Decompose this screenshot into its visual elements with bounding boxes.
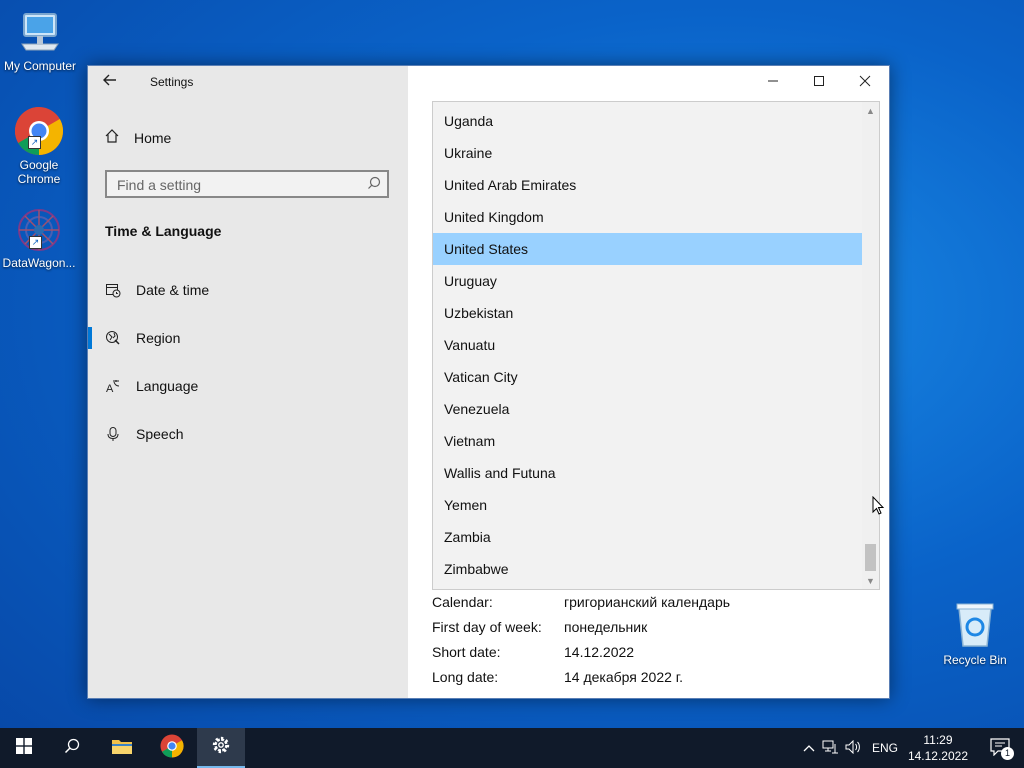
clock-time: 11:29 [923, 733, 953, 747]
shortcut-arrow-icon: ↗ [28, 136, 41, 149]
selected-indicator [88, 327, 92, 349]
nav-home[interactable]: Home [104, 128, 171, 147]
taskbar: ENG 11:29 14.12.2022 1 [0, 728, 1024, 768]
nav-item-date-time[interactable]: Date & time [104, 281, 209, 299]
notification-count-badge: 1 [1001, 747, 1014, 760]
region-format-details: Calendar: григорианский календарь First d… [432, 590, 730, 690]
nav-home-label: Home [134, 129, 172, 146]
country-option[interactable]: United Arab Emirates [433, 169, 879, 201]
country-option[interactable]: Ukraine [433, 137, 879, 169]
maximize-icon [813, 74, 825, 90]
country-option[interactable]: United States [433, 233, 879, 265]
notification-icon: 1 [990, 738, 1014, 760]
home-icon [104, 128, 120, 147]
minimize-button[interactable] [750, 66, 796, 98]
search-icon [367, 176, 381, 195]
desktop-icon-label: Recycle Bin [943, 653, 1007, 667]
nav-item-region[interactable]: Region [104, 329, 180, 347]
chrome-icon: ↗ [14, 106, 64, 156]
chrome-icon [160, 733, 184, 763]
desktop-icon-google-chrome[interactable]: ↗ Google Chrome [0, 106, 79, 186]
settings-window: Settings Home Find a setting Time & Lang… [87, 65, 890, 699]
search-input[interactable]: Find a setting [105, 170, 389, 198]
clock-date: 14.12.2022 [907, 749, 968, 763]
volume-icon[interactable] [842, 739, 864, 757]
network-icon[interactable] [818, 740, 842, 757]
system-tray: ENG [800, 728, 898, 768]
country-option[interactable]: Zambia [433, 521, 879, 553]
country-list-items: Uganda Ukraine United Arab Emirates United … [433, 105, 879, 585]
close-button[interactable] [842, 66, 888, 98]
country-option[interactable]: Zimbabwe [433, 553, 879, 585]
language-icon: A [104, 377, 122, 395]
start-button[interactable] [0, 728, 48, 768]
recycle-bin-icon [935, 600, 1015, 651]
datawagon-icon: ↗ [15, 206, 63, 254]
language-indicator[interactable]: ENG [872, 741, 898, 755]
windows-logo-icon [16, 737, 32, 759]
notification-center-button[interactable]: 1 [990, 738, 1014, 761]
back-arrow-icon[interactable] [102, 72, 118, 93]
taskbar-clock[interactable]: 11:29 14.12.2022 [908, 732, 968, 764]
shortcut-arrow-icon: ↗ [29, 236, 42, 249]
settings-sidebar: Settings Home Find a setting Time & Lang… [88, 66, 408, 698]
desktop-icon-recycle-bin[interactable]: Recycle Bin [935, 600, 1015, 667]
computer-icon [0, 10, 80, 57]
detail-row: Calendar: григорианский календарь [432, 594, 731, 610]
nav-item-speech[interactable]: Speech [104, 425, 183, 443]
section-heading: Time & Language [105, 223, 222, 239]
file-explorer-button[interactable] [98, 728, 146, 768]
country-option[interactable]: Wallis and Futuna [433, 457, 879, 489]
nav-item-label: Region [136, 330, 181, 346]
country-option[interactable]: Vatican City [433, 361, 879, 393]
close-icon [859, 74, 871, 90]
desktop-icon-datawagon[interactable]: ↗ DataWagon... [0, 206, 79, 270]
chevron-up-icon[interactable] [800, 741, 818, 755]
globe-icon [104, 329, 122, 347]
desktop-icon-my-computer[interactable]: My Computer [0, 10, 80, 73]
desktop-icon-label: Google Chrome [17, 158, 61, 186]
settings-main: Uganda Ukraine United Arab Emirates United … [408, 66, 889, 698]
country-option[interactable]: Uganda [433, 105, 879, 137]
mouse-cursor-icon [872, 495, 886, 521]
nav-item-label: Language [136, 378, 199, 394]
minimize-icon [767, 74, 779, 90]
chrome-taskbar-button[interactable] [148, 728, 196, 768]
detail-row: Short date: 14.12.2022 [432, 644, 635, 660]
scroll-up-arrow-icon[interactable]: ▲ [862, 102, 879, 119]
country-option[interactable]: United Kingdom [433, 201, 879, 233]
folder-icon [111, 737, 133, 760]
search-placeholder: Find a setting [117, 177, 202, 193]
country-option[interactable]: Vanuatu [433, 329, 879, 361]
svg-text:A: A [106, 383, 114, 394]
calendar-clock-icon [104, 281, 122, 299]
settings-taskbar-button[interactable] [197, 728, 245, 768]
search-icon [64, 738, 80, 759]
scroll-down-arrow-icon[interactable]: ▼ [862, 572, 879, 589]
country-option[interactable]: Yemen [433, 489, 879, 521]
title-bar: Settings [88, 66, 408, 98]
desktop-icon-label: My Computer [3, 59, 77, 73]
scrollbar-thumb[interactable] [865, 544, 876, 571]
country-option[interactable]: Vietnam [433, 425, 879, 457]
country-option[interactable]: Uruguay [433, 265, 879, 297]
microphone-icon [104, 425, 122, 443]
desktop-icon-label: DataWagon... [2, 256, 76, 270]
gear-icon [211, 735, 231, 760]
maximize-button[interactable] [796, 66, 842, 98]
nav-item-label: Date & time [136, 282, 210, 298]
detail-row: First day of week: понедельник [432, 619, 648, 635]
window-title: Settings [150, 75, 194, 89]
country-dropdown-list[interactable]: Uganda Ukraine United Arab Emirates United … [432, 101, 880, 590]
country-option[interactable]: Uzbekistan [433, 297, 879, 329]
nav-item-language[interactable]: A Language [104, 377, 198, 395]
search-button[interactable] [48, 728, 96, 768]
nav-item-label: Speech [136, 426, 184, 442]
detail-row: Long date: 14 декабря 2022 г. [432, 669, 684, 685]
country-option[interactable]: Venezuela [433, 393, 879, 425]
